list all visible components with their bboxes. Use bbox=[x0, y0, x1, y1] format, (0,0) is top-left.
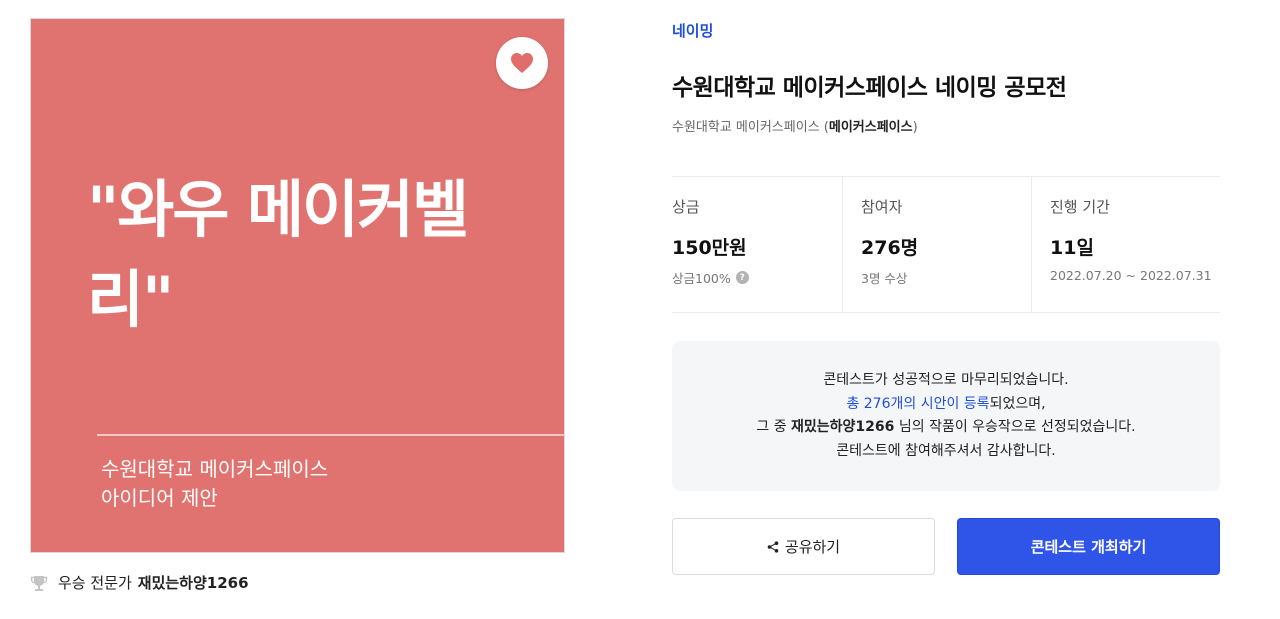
result-line-4: 콘테스트에 참여해주셔서 감사합니다. bbox=[836, 442, 1056, 459]
stat-note: 상금100% ? bbox=[672, 268, 842, 287]
contest-poster-image: "와우 메이커벨리" 수원대학교 메이커스페이스 아이디어 제안 bbox=[30, 18, 565, 553]
stat-participants: 참여자 276명 3명 수상 bbox=[842, 176, 1031, 312]
result-line-3-suffix: 님의 작품이 우승작으로 선정되었습니다. bbox=[894, 419, 1136, 435]
stat-label: 진행 기간 bbox=[1050, 198, 1110, 216]
winner-label: 우승 전문가 bbox=[58, 574, 132, 592]
share-icon bbox=[767, 540, 779, 553]
poster-subtitle: 수원대학교 메이커스페이스 아이디어 제안 bbox=[101, 455, 328, 513]
result-line-3-prefix: 그 중 bbox=[756, 419, 792, 435]
trophy-icon bbox=[30, 575, 48, 591]
stats-row: 상금 150만원 상금100% ? 참여자 276명 3명 수상 진행 기간 1… bbox=[672, 176, 1220, 312]
result-line-2-rest: 되었으며, bbox=[989, 395, 1046, 412]
poster-subtitle-line2: 아이디어 제안 bbox=[101, 486, 218, 510]
result-line-1: 콘테스트가 성공적으로 마무리되었습니다. bbox=[823, 372, 1069, 388]
poster-subtitle-line1: 수원대학교 메이커스페이스 bbox=[101, 457, 329, 481]
stat-note: 3명 수상 bbox=[861, 271, 908, 286]
divider-bottom bbox=[672, 312, 1220, 313]
host-contest-button[interactable]: 콘테스트 개최하기 bbox=[957, 518, 1220, 575]
prize-note-text: 상금100% bbox=[672, 271, 731, 286]
result-winner-name: 재밌는하양1266 bbox=[791, 419, 895, 435]
stat-label: 상금 bbox=[672, 198, 700, 216]
stat-label: 참여자 bbox=[861, 198, 903, 216]
share-label: 공유하기 bbox=[784, 538, 841, 556]
stat-duration: 진행 기간 11일 2022.07.20 ~ 2022.07.31 bbox=[1031, 176, 1220, 312]
result-line-3: 그 중 재밌는하양1266 님의 작품이 우승작으로 선정되었습니다. bbox=[672, 416, 1220, 440]
like-button[interactable] bbox=[496, 37, 548, 89]
stat-value: 11일 bbox=[1050, 237, 1094, 259]
host-contest-label: 콘테스트 개최하기 bbox=[1030, 538, 1147, 556]
winner-row: 우승 전문가 재밌는하양1266 bbox=[30, 572, 249, 593]
stat-note: 2022.07.20 ~ 2022.07.31 bbox=[1050, 268, 1212, 283]
stat-value: 150만원 bbox=[672, 237, 747, 259]
contest-result-box: 콘테스트가 성공적으로 마무리되었습니다. 총 276개의 시안이 등록되었으며… bbox=[672, 341, 1220, 491]
submissions-link[interactable]: 총 276개의 시안이 등록 bbox=[846, 396, 989, 412]
contest-title: 수원대학교 메이커스페이스 네이밍 공모전 bbox=[672, 75, 1067, 101]
heart-icon bbox=[511, 53, 533, 73]
category-link[interactable]: 네이밍 bbox=[672, 20, 713, 41]
help-icon[interactable]: ? bbox=[735, 271, 749, 284]
host-suffix: ) bbox=[912, 120, 918, 135]
stat-prize: 상금 150만원 상금100% ? bbox=[672, 176, 842, 312]
host-info: 수원대학교 메이커스페이스 (메이커스페이스) bbox=[672, 116, 918, 135]
poster-headline: "와우 메이커벨리" bbox=[87, 173, 469, 336]
host-prefix: 수원대학교 메이커스페이스 ( bbox=[672, 120, 829, 135]
share-button[interactable]: 공유하기 bbox=[672, 518, 935, 575]
stat-value: 276명 bbox=[861, 237, 919, 259]
poster-divider bbox=[97, 434, 564, 436]
host-name[interactable]: 메이커스페이스 bbox=[829, 120, 913, 135]
winner-name[interactable]: 재밌는하양1266 bbox=[138, 572, 249, 593]
result-line-2: 총 276개의 시안이 등록되었으며, bbox=[672, 393, 1220, 417]
